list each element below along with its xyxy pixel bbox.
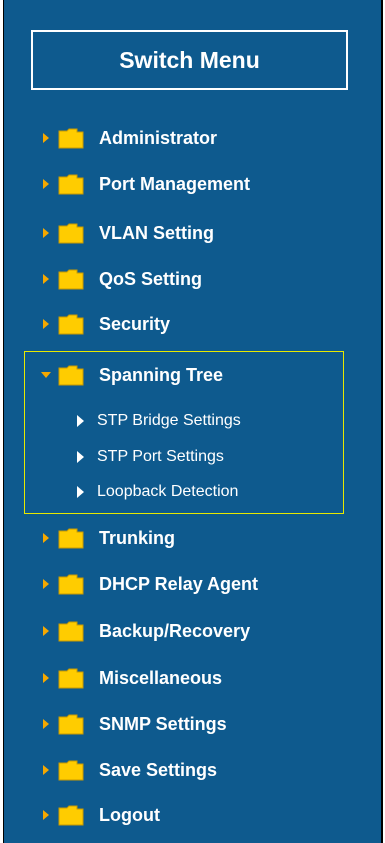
collapsed-arrow-icon <box>40 668 52 688</box>
menu-item-label: Backup/Recovery <box>99 620 251 641</box>
menu-item-administrator[interactable]: Administrator <box>40 123 340 153</box>
menu-item-label: Logout <box>99 804 160 825</box>
menu-item-label: Security <box>99 313 171 334</box>
menu-item-label: Miscellaneous <box>99 667 223 688</box>
menu-item-save-settings[interactable]: Save Settings <box>40 755 340 785</box>
submenu-item-loopback-detection[interactable]: Loopback Detection <box>77 478 337 506</box>
submenu-arrow-icon <box>77 414 87 428</box>
collapsed-arrow-icon <box>40 223 52 243</box>
folder-icon <box>58 805 84 826</box>
collapsed-arrow-icon <box>40 269 52 289</box>
folder-icon <box>58 668 84 689</box>
folder-icon <box>58 528 84 549</box>
collapsed-arrow-icon <box>40 174 52 194</box>
folder-icon <box>58 760 84 781</box>
collapsed-arrow-icon <box>40 621 52 641</box>
expanded-arrow-icon <box>40 365 52 385</box>
folder-icon <box>58 574 84 595</box>
menu-item-label: Spanning Tree <box>99 364 224 385</box>
menu-item-label: DHCP Relay Agent <box>99 573 259 594</box>
submenu-arrow-icon <box>77 450 87 464</box>
menu-item-label: SNMP Settings <box>99 713 227 734</box>
menu-item-backup-recovery[interactable]: Backup/Recovery <box>40 616 340 646</box>
switch-menu-panel: Switch Menu Administrator Port Managemen… <box>3 0 383 843</box>
collapsed-arrow-icon <box>40 805 52 825</box>
submenu-item-label: Loopback Detection <box>97 483 239 500</box>
menu-item-port-management[interactable]: Port Management <box>40 169 340 199</box>
folder-icon <box>58 365 84 386</box>
folder-icon <box>58 621 84 642</box>
menu-title: Switch Menu <box>31 30 348 90</box>
menu-item-logout[interactable]: Logout <box>40 800 340 830</box>
collapsed-arrow-icon <box>40 714 52 734</box>
menu-item-vlan-setting[interactable]: VLAN Setting <box>40 218 340 248</box>
menu-title-text: Switch Menu <box>119 46 260 73</box>
collapsed-arrow-icon <box>40 574 52 594</box>
menu-item-label: Administrator <box>99 127 218 148</box>
collapsed-arrow-icon <box>40 760 52 780</box>
menu-item-label: QoS Setting <box>99 268 202 289</box>
submenu-item-label: STP Bridge Settings <box>97 412 241 429</box>
submenu-arrow-icon <box>77 485 87 499</box>
menu-item-qos-setting[interactable]: QoS Setting <box>40 264 340 294</box>
submenu-item-stp-port-settings[interactable]: STP Port Settings <box>77 443 337 471</box>
menu-item-miscellaneous[interactable]: Miscellaneous <box>40 663 340 693</box>
collapsed-arrow-icon <box>40 528 52 548</box>
menu-item-spanning-tree[interactable]: Spanning Tree <box>40 360 340 390</box>
menu-item-snmp-settings[interactable]: SNMP Settings <box>40 709 340 739</box>
folder-icon <box>58 223 84 244</box>
menu-item-trunking[interactable]: Trunking <box>40 523 340 553</box>
folder-icon <box>58 174 84 195</box>
folder-icon <box>58 269 84 290</box>
menu-item-label: Trunking <box>99 527 175 548</box>
collapsed-arrow-icon <box>40 128 52 148</box>
collapsed-arrow-icon <box>40 314 52 334</box>
submenu-item-stp-bridge-settings[interactable]: STP Bridge Settings <box>77 407 337 435</box>
menu-item-label: VLAN Setting <box>99 222 214 243</box>
menu-item-dhcp-relay-agent[interactable]: DHCP Relay Agent <box>40 569 340 599</box>
folder-icon <box>58 714 84 735</box>
folder-icon <box>58 314 84 335</box>
menu-item-security[interactable]: Security <box>40 309 340 339</box>
menu-item-label: Port Management <box>99 173 251 194</box>
submenu-item-label: STP Port Settings <box>97 448 224 465</box>
folder-icon <box>58 128 84 149</box>
menu-item-label: Save Settings <box>99 759 218 780</box>
